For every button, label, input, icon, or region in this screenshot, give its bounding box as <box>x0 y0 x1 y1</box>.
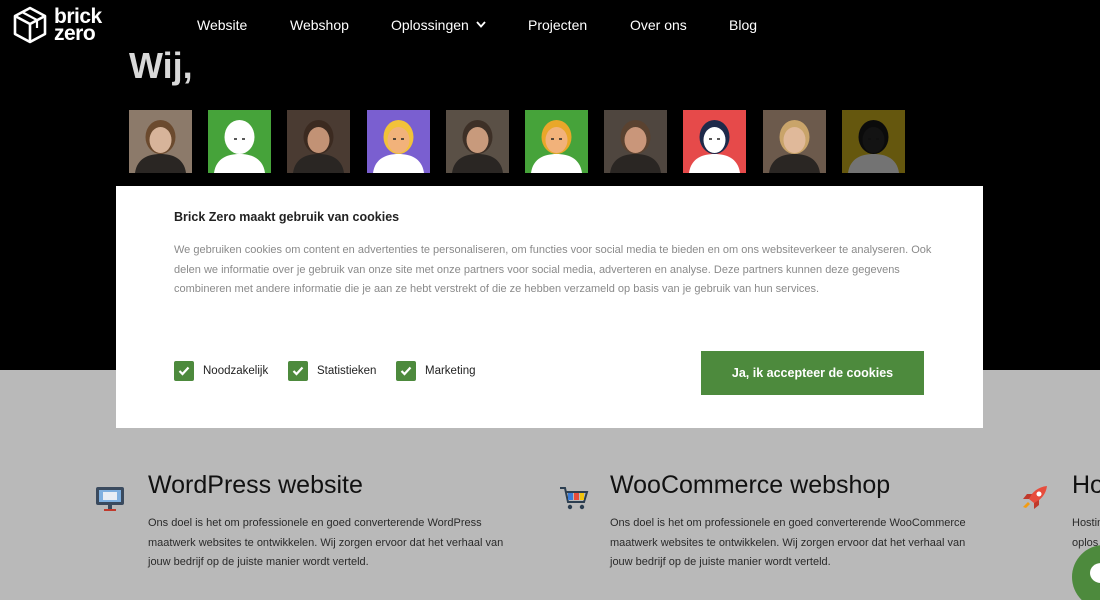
checkbox-label: Noodzakelijk <box>203 365 269 377</box>
cookie-consent-dialog: Brick Zero maakt gebruik van cookies We … <box>116 186 983 428</box>
chevron-down-icon <box>476 21 486 28</box>
checkbox-checked-icon <box>396 361 416 381</box>
cookie-dialog-body: We gebruiken cookies om content en adver… <box>174 244 932 295</box>
cube-logo-icon <box>13 6 47 44</box>
feature-title-wordpress: WordPress website <box>148 471 363 499</box>
nav-item-oplossingen-label: Oplossingen <box>391 17 469 33</box>
checkbox-checked-icon <box>174 361 194 381</box>
nav-item-projecten[interactable]: Projecten <box>528 17 587 33</box>
team-member-avatar[interactable] <box>841 110 905 173</box>
monitor-icon <box>96 487 124 511</box>
checkbox-label: Statistieken <box>317 365 377 377</box>
feature-text-wordpress: Ons doel is het om professionele en goed… <box>148 517 504 568</box>
hero-title: Wij, <box>129 45 193 86</box>
checkbox-label: Marketing <box>425 365 476 377</box>
logo-text-zero: zero <box>54 22 96 45</box>
cookie-dialog-title: Brick Zero maakt gebruik van cookies <box>174 210 400 224</box>
team-member-avatar[interactable] <box>525 110 588 173</box>
nav-item-oplossingen[interactable]: Oplossingen <box>391 17 486 33</box>
checkbox-marketing[interactable]: Marketing <box>396 361 476 381</box>
team-member-avatar[interactable] <box>762 110 826 173</box>
checkbox-checked-icon <box>288 361 308 381</box>
team-member-avatar[interactable] <box>445 110 509 173</box>
team-member-avatar[interactable] <box>604 110 668 173</box>
nav-item-website[interactable]: Website <box>197 17 247 33</box>
shopping-cart-icon <box>560 487 589 510</box>
checkbox-statistieken[interactable]: Statistieken <box>288 361 376 381</box>
nav-item-over-ons[interactable]: Over ons <box>630 17 687 33</box>
team-member-avatar[interactable] <box>683 110 747 173</box>
team-member-avatar[interactable] <box>208 110 272 173</box>
feature-title-woocommerce: WooCommerce webshop <box>610 471 891 499</box>
brick-zero-logo[interactable]: brick zero <box>12 6 102 44</box>
rocket-icon <box>1023 486 1047 509</box>
checkbox-noodzakelijk[interactable]: Noodzakelijk <box>174 361 268 381</box>
nav-item-webshop[interactable]: Webshop <box>290 17 349 33</box>
nav-item-blog[interactable]: Blog <box>729 17 757 33</box>
feature-text-woocommerce: Ons doel is het om professionele en goed… <box>610 517 966 568</box>
team-member-avatar[interactable] <box>366 110 430 173</box>
team-member-avatar[interactable] <box>287 110 351 173</box>
feature-title-hosting: Ho <box>1072 471 1100 499</box>
team-member-avatar[interactable] <box>129 110 192 173</box>
accept-cookies-button[interactable]: Ja, ik accepteer de cookies <box>701 351 924 395</box>
